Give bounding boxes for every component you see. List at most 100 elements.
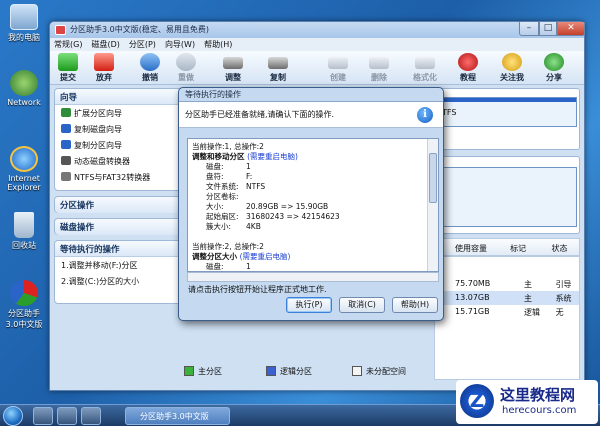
toolbar: 提交 放弃 撤销 重做 调整 复制 创建 删除 格式化 教程 关注我 分享 [50,51,584,85]
create-icon [328,57,348,69]
desktop-icon-label: 分区助手3.0中文版 [5,309,43,329]
window-titlebar[interactable]: 分区助手3.0中文版(稳定、易用且免费) – □ ✕ [50,22,585,38]
extend-partition-icon [61,108,71,117]
partition-table-header: 使用容量 标记 状态 [434,238,580,256]
dynamic-disk-icon [61,156,71,165]
menu-general[interactable]: 常规(G) [54,39,82,50]
op-field: 大小: 20.89GB => 15.90GB [206,202,329,211]
discard-icon [94,53,114,71]
dialog-ops-list[interactable]: 当前操作:1, 总操作:2 调整和移动分区 (需要重启电脑) 磁盘: 1 盘符: F… [187,138,439,272]
watermark-url: herecours.com [502,405,577,416]
menu-disk[interactable]: 磁盘(D) [91,39,119,50]
minimize-icon[interactable]: – [519,22,539,36]
op-note: (需要重启电脑) [239,252,291,261]
op-field: 文件系统: NTFS [206,182,266,191]
desktop-icon-label: 回收站 [12,241,36,250]
redo-icon [176,53,196,71]
app-icon [55,25,66,35]
pending-ops-title: 等待执行的操作 [60,245,120,255]
op-title: 调整分区大小 (需要重启电脑) [192,252,291,261]
discard-button[interactable]: 放弃 [88,53,120,83]
table-row[interactable]: 13.07GB 主 系统 [435,291,579,305]
pending-ops-dialog: 等待执行的操作 分区助手已经准备就绪,请确认下面的操作. i 当前操作:1, 总… [178,87,444,321]
dialog-hint: 请点击执行按钮开始让程序正式地工作. [188,285,327,294]
watermark: Z 这里教程网 herecours.com [456,380,598,424]
op-block-1: 当前操作:1, 总操作:2 调整和移动分区 (需要重启电脑) 磁盘: 1 盘符: F… [188,139,438,232]
undo-button[interactable]: 撤销 [134,53,166,83]
follow-icon [502,53,522,71]
delete-button[interactable]: 删除 [363,53,395,83]
desktop-icon-label: 我的电脑 [8,33,40,42]
desktop-icon-recycle-bin[interactable]: 回收站 [2,212,46,251]
copy-icon [268,57,288,69]
window-title: 分区助手3.0中文版(稳定、易用且免费) [70,25,209,34]
op-field: 起始扇区: 31680243 => 42154623 [206,212,340,221]
op-field: 簇大小: 4KB [206,222,261,231]
scrollbar-thumb[interactable] [429,153,437,203]
op-index: 当前操作:2, 总操作:2 [192,242,264,251]
menubar: 常规(G) 磁盘(D) 分区(P) 向导(W) 帮助(H) [50,38,584,51]
recycle-bin-icon [14,212,34,238]
taskbar-explorer-button[interactable] [57,407,77,425]
copy-disk-icon [61,124,71,133]
table-row[interactable]: 75.70MB 主 引导 [435,277,579,291]
share-button[interactable]: 分享 [538,53,570,83]
legend-unallocated: 未分配空间 [352,366,406,377]
primary-swatch [184,366,194,376]
execute-button[interactable]: 执行(P) [286,297,332,313]
desktop-icon-ie[interactable]: Internet Explorer [2,146,46,192]
desktop-icon-partition-assistant[interactable]: 分区助手3.0中文版 [2,280,46,330]
menu-partition[interactable]: 分区(P) [129,39,156,50]
cancel-button[interactable]: 取消(C) [339,297,385,313]
close-icon[interactable]: ✕ [557,22,585,36]
partition-table: 75.70MB 主 引导 13.07GB 主 系统 15.71GB 逻辑 无 [434,256,580,380]
resize-button[interactable]: 调整 [217,53,249,83]
watermark-title: 这里教程网 [500,386,576,404]
watermark-logo-icon: Z [460,384,494,418]
col-used[interactable]: 使用容量 [435,239,498,255]
disk-view: TFS 使用容量 标记 状态 75.70MB 主 引导 13.07GB 主 系统… [434,88,582,388]
menu-wizard[interactable]: 向导(W) [165,39,195,50]
info-icon: i [417,107,433,123]
create-button[interactable]: 创建 [322,53,354,83]
dialog-message: 分区助手已经准备就绪,请确认下面的操作. [185,110,335,119]
col-flag[interactable]: 标记 [498,239,541,255]
op-field: 磁盘: 1 [206,162,251,171]
start-button[interactable] [3,406,23,426]
col-status[interactable]: 状态 [542,239,579,255]
op-field: 盘符: F: [206,172,253,181]
logical-swatch [266,366,276,376]
desktop-icon-label: Internet Explorer [7,174,41,192]
disk-map-2 [434,156,580,234]
help-button[interactable]: 帮助(H) [392,297,438,313]
partition-bar[interactable]: TFS [437,97,577,127]
vertical-scrollbar[interactable] [427,139,438,271]
format-button[interactable]: 格式化 [406,53,444,83]
disk-map: TFS [434,88,580,150]
desktop-icon-label: Network [7,98,41,107]
redo-button[interactable]: 重做 [170,53,202,83]
follow-button[interactable]: 关注我 [493,53,531,83]
taskbar-media-button[interactable] [81,407,101,425]
partition-assistant-icon [10,280,38,306]
legend: 主分区 逻辑分区 未分配空间 [184,366,406,377]
tutorial-button[interactable]: 教程 [452,53,484,83]
partition-fs-label: TFS [442,108,457,117]
op-index: 当前操作:1, 总操作:2 [192,142,264,151]
taskbar-ie-button[interactable] [33,407,53,425]
share-icon [544,53,564,71]
resize-icon [223,57,243,69]
table-row[interactable]: 15.71GB 逻辑 无 [435,305,579,319]
menu-help[interactable]: 帮助(H) [204,39,232,50]
desktop-icon-computer[interactable]: 我的电脑 [2,4,46,43]
desktop-icon-network[interactable]: Network [2,70,46,107]
horizontal-scrollbar[interactable] [187,272,439,282]
disk-ops-title: 磁盘操作 [60,223,95,233]
commit-button[interactable]: 提交 [52,53,84,83]
copy-button[interactable]: 复制 [262,53,294,83]
taskbar-active-window[interactable]: 分区助手3.0中文版 [125,407,230,425]
partition-ops-title: 分区操作 [60,201,95,211]
maximize-icon[interactable]: □ [539,22,557,36]
dialog-title[interactable]: 等待执行的操作 [179,88,443,101]
partition-bar-2[interactable] [437,167,577,227]
